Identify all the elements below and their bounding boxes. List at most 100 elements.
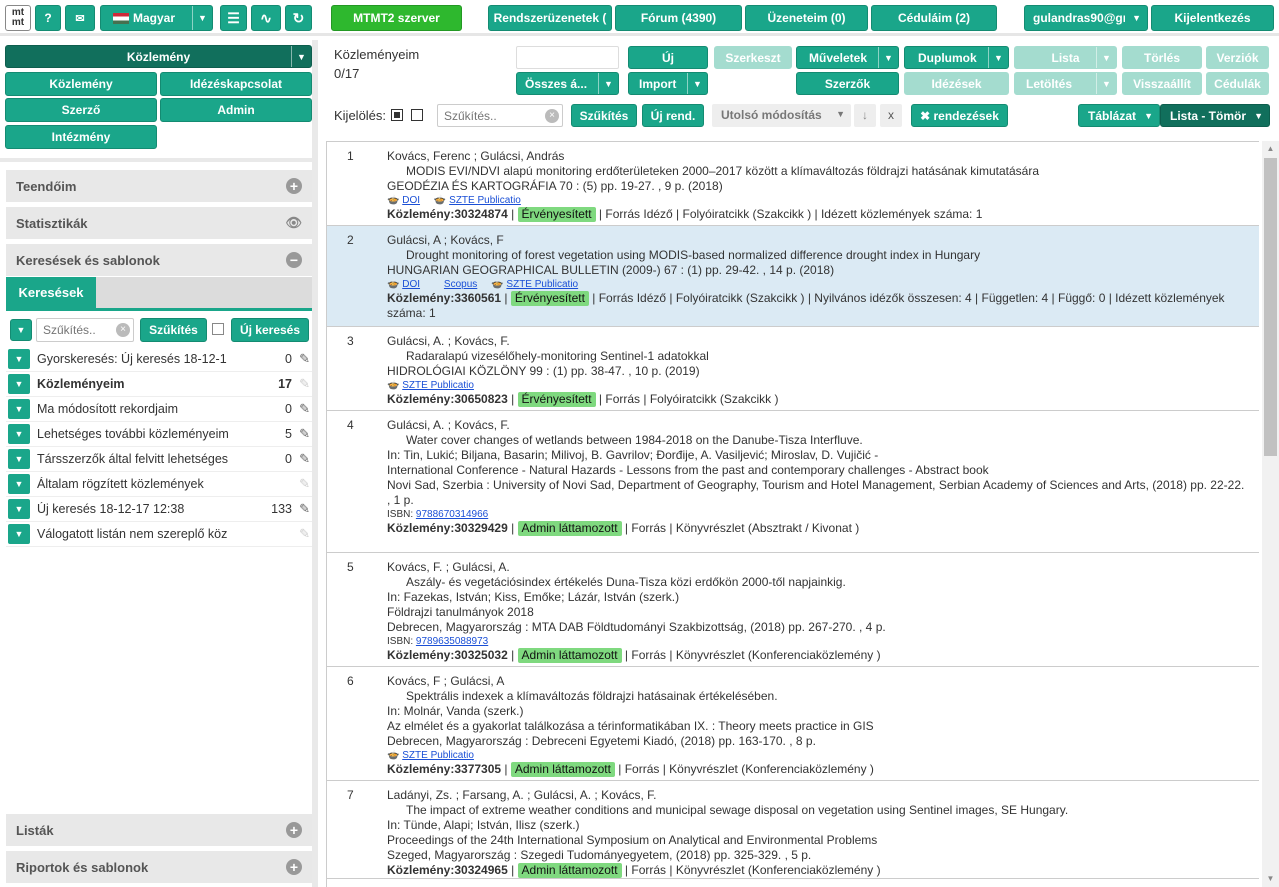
clear-icon[interactable]: × xyxy=(545,109,559,123)
record-link[interactable]: DOI xyxy=(402,279,420,290)
scrollbar-thumb[interactable] xyxy=(1264,158,1277,456)
accordion-reports[interactable]: Riportok és sablonok + xyxy=(6,851,312,883)
all-select[interactable]: Összes á... ▼ xyxy=(516,72,619,95)
clear-sort-button[interactable]: ✖ rendezések xyxy=(911,104,1008,127)
chevron-down-icon[interactable]: ▼ xyxy=(8,499,30,519)
pencil-icon[interactable]: ✎ xyxy=(299,501,310,517)
user-menu[interactable]: gulandras90@gm ▼ xyxy=(1024,5,1148,31)
entity-select[interactable]: Közlemény ▼ xyxy=(5,45,312,68)
record-id[interactable]: Közlemény:30324874 xyxy=(387,207,508,221)
tab-keresesek[interactable]: Keresések xyxy=(6,277,96,308)
search-list-item[interactable]: ▼ Közleményeim 17 ✎ xyxy=(6,372,312,397)
chevron-down-icon[interactable]: ▼ xyxy=(8,449,30,469)
search-list-item[interactable]: ▼ Új keresés 18-12-17 12:38 133 ✎ xyxy=(6,497,312,522)
accordion-lists[interactable]: Listák + xyxy=(6,814,312,846)
pencil-icon[interactable]: ✎ xyxy=(299,351,310,367)
new-order-button[interactable]: Új rend. xyxy=(642,104,704,127)
scroll-up-icon[interactable]: ▲ xyxy=(1262,141,1279,157)
record-link[interactable]: SZTE Publicatio xyxy=(506,279,578,290)
server-button[interactable]: MTMT2 szerver xyxy=(331,5,462,31)
refresh-button[interactable]: ↻ xyxy=(285,5,312,31)
import-button[interactable]: Import ▼ xyxy=(628,72,708,95)
record-id[interactable]: Közlemény:3377305 xyxy=(387,762,501,776)
pencil-icon[interactable]: ✎ xyxy=(299,426,310,442)
download-button[interactable]: Letöltés ▼ xyxy=(1014,72,1117,95)
record-row[interactable]: 3 Gulácsi, A. ; Kovács, F. Radaralapú vize… xyxy=(327,327,1259,411)
tab-admin[interactable]: Admin xyxy=(160,98,312,122)
delete-button[interactable]: Törlés xyxy=(1122,46,1202,69)
search-actions-dropdown[interactable]: ▼ xyxy=(10,319,32,341)
sort-remove-button[interactable]: x xyxy=(880,104,902,127)
record-row[interactable]: 4 Gulácsi, A. ; Kovács, F. Water cover cha… xyxy=(327,411,1259,553)
restore-button[interactable]: Visszaállít xyxy=(1122,72,1202,95)
record-row[interactable]: 1 Kovács, Ferenc ; Gulácsi, András MODIS E… xyxy=(327,142,1259,226)
scroll-down-icon[interactable]: ▼ xyxy=(1262,871,1279,887)
record-link[interactable]: SZTE Publicatio xyxy=(449,195,521,206)
select-none-checkbox[interactable] xyxy=(411,109,423,121)
search-checkbox[interactable] xyxy=(212,323,224,335)
isbn-link[interactable]: 9789635088973 xyxy=(416,636,488,647)
accordion-stats[interactable]: Statisztikák 👁 xyxy=(6,207,312,239)
tickets-action-button[interactable]: Cédulák xyxy=(1206,72,1269,95)
pencil-icon[interactable]: ✎ xyxy=(299,376,310,392)
versions-button[interactable]: Verziók xyxy=(1206,46,1269,69)
record-row[interactable]: 5 Kovács, F. ; Gulácsi, A. Aszály- és vege… xyxy=(327,553,1259,667)
chevron-down-icon[interactable]: ▼ xyxy=(8,349,30,369)
tab-kozlemeny[interactable]: Közlemény xyxy=(5,72,157,96)
record-id[interactable]: Közlemény:30324965 xyxy=(387,863,508,877)
activity-button[interactable]: ∿ xyxy=(251,5,281,31)
record-id[interactable]: Közlemény:30650823 xyxy=(387,392,508,406)
operations-button[interactable]: Műveletek ▼ xyxy=(796,46,899,69)
tab-szerzo[interactable]: Szerző xyxy=(5,98,157,122)
authors-button[interactable]: Szerzők xyxy=(796,72,899,95)
search-list-item[interactable]: ▼ Lehetséges további közleményeim 5 ✎ xyxy=(6,422,312,447)
chevron-down-icon[interactable]: ▼ xyxy=(8,424,30,444)
pencil-icon[interactable]: ✎ xyxy=(299,451,310,467)
duplicates-button[interactable]: Duplumok ▼ xyxy=(904,46,1009,69)
isbn-link[interactable]: 9788670314966 xyxy=(416,509,488,520)
search-list-item[interactable]: ▼ Válogatott listán nem szereplő köz ✎ xyxy=(6,522,312,547)
sort-field-select[interactable]: Utolsó módosítás ▼ xyxy=(712,104,851,127)
record-row[interactable]: 6 Kovács, F ; Gulácsi, A Spektrális indexe… xyxy=(327,667,1259,781)
system-messages-button[interactable]: Rendszerüzenetek ( xyxy=(488,5,612,31)
chevron-down-icon[interactable]: ▼ xyxy=(8,474,30,494)
search-list-item[interactable]: ▼ Általam rögzített közlemények ✎ xyxy=(6,472,312,497)
mtmt-logo[interactable]: mt mt xyxy=(5,5,31,31)
forum-button[interactable]: Fórum (4390) xyxy=(615,5,742,31)
tab-intezmeny[interactable]: Intézmény xyxy=(5,125,157,149)
accordion-searches[interactable]: Keresések és sablonok − xyxy=(6,244,312,276)
record-link[interactable]: SZTE Publicatio xyxy=(402,750,474,761)
view-table-button[interactable]: Táblázat ▼ xyxy=(1078,104,1160,127)
record-id[interactable]: Közlemény:30325032 xyxy=(387,648,508,662)
sort-direction-button[interactable]: ↓ xyxy=(854,104,876,127)
new-button[interactable]: Új xyxy=(628,46,708,69)
search-list-item[interactable]: ▼ Társszerzők által felvitt lehetséges 0 ✎ xyxy=(6,447,312,472)
record-link[interactable]: Scopus xyxy=(444,279,477,290)
chevron-down-icon[interactable]: ▼ xyxy=(8,374,30,394)
pencil-icon[interactable]: ✎ xyxy=(299,401,310,417)
help-button[interactable]: ? xyxy=(35,5,61,31)
search-list-item[interactable]: ▼ Ma módosított rekordjaim 0 ✎ xyxy=(6,397,312,422)
mail-button[interactable]: ✉ xyxy=(65,5,95,31)
citations-button[interactable]: Idézések xyxy=(904,72,1009,95)
search-list-item[interactable]: ▼ Gyorskeresés: Új keresés 18-12-1 0 ✎ xyxy=(6,347,312,372)
new-search-button[interactable]: Új keresés xyxy=(231,318,309,342)
language-select[interactable]: Magyar ▼ xyxy=(100,5,213,31)
pencil-icon[interactable]: ✎ xyxy=(299,476,310,492)
tickets-button[interactable]: Céduláim (2) xyxy=(871,5,997,31)
record-row[interactable]: 8Gulácsi, András xyxy=(327,879,1259,887)
record-id[interactable]: Közlemény:30329429 xyxy=(387,521,508,535)
chevron-down-icon[interactable]: ▼ xyxy=(8,399,30,419)
search-filter-button[interactable]: Szűkítés xyxy=(140,318,207,342)
list-filter-button[interactable]: Szűkítés xyxy=(571,104,637,127)
record-link[interactable]: DOI xyxy=(402,195,420,206)
logout-button[interactable]: Kijelentkezés xyxy=(1151,5,1274,31)
record-row[interactable]: 2 Gulácsi, A ; Kovács, F Drought monitorin… xyxy=(327,226,1259,327)
pencil-icon[interactable]: ✎ xyxy=(299,526,310,542)
record-link[interactable]: SZTE Publicatio xyxy=(402,380,474,391)
record-row[interactable]: 7 Ladányi, Zs. ; Farsang, A. ; Gulácsi, A… xyxy=(327,781,1259,879)
list-button[interactable]: Lista ▼ xyxy=(1014,46,1117,69)
chevron-down-icon[interactable]: ▼ xyxy=(8,524,30,544)
collection-select[interactable] xyxy=(516,46,619,69)
menu-button[interactable]: ☰ xyxy=(220,5,247,31)
